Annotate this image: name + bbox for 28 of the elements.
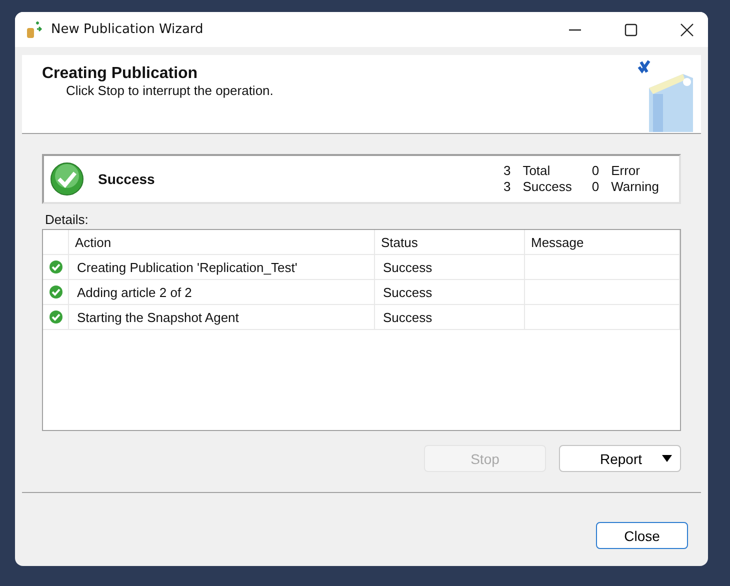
caret-icon xyxy=(662,455,672,462)
count-value: 0 xyxy=(592,179,600,195)
table-cell: Success xyxy=(375,280,525,304)
count-value: 3 xyxy=(503,179,511,195)
summary-status: Success xyxy=(98,171,155,187)
table-cell: Creating Publication 'Replication_Test' xyxy=(69,255,375,279)
table-cell: Success xyxy=(375,305,525,329)
count-value: 0 xyxy=(592,163,600,179)
close-button[interactable]: Close xyxy=(596,522,688,549)
count-label: Success xyxy=(522,179,572,195)
table-cell: Adding article 2 of 2 xyxy=(69,280,375,304)
table-cell: Starting the Snapshot Agent xyxy=(69,305,375,329)
close-icon[interactable] xyxy=(680,22,694,36)
count-label: Error xyxy=(611,163,641,179)
app-icon xyxy=(25,20,43,38)
count-label: Total xyxy=(522,163,552,179)
count-label: Warning xyxy=(611,179,659,195)
maximize-icon[interactable] xyxy=(624,22,638,36)
page-title: Creating Publication xyxy=(42,65,199,83)
report-button[interactable]: Report xyxy=(559,445,681,472)
details-label: Details: xyxy=(45,212,90,227)
page-subtitle: Click Stop to interrupt the operation. xyxy=(65,83,274,98)
column-header[interactable]: Message xyxy=(525,230,680,254)
count-value: 3 xyxy=(503,163,511,179)
window-title: New Publication Wizard xyxy=(51,22,204,37)
column-header[interactable]: Status xyxy=(375,230,525,254)
column-header[interactable]: Action xyxy=(69,230,375,254)
table-cell: Success xyxy=(375,255,525,279)
